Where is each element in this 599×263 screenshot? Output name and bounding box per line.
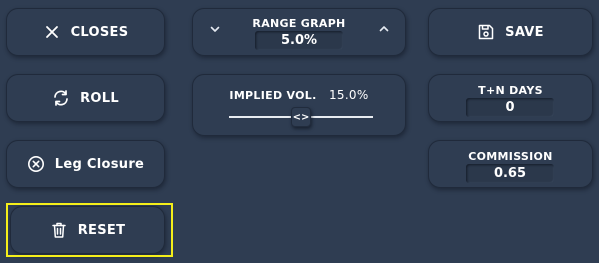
- tn-days-title: T+N DAYS: [478, 84, 543, 97]
- tn-days-panel: T+N DAYS 0: [428, 74, 593, 122]
- close-icon: [43, 23, 61, 41]
- commission-title: COMMISSION: [468, 150, 553, 163]
- floppy-disk-icon: [477, 23, 495, 41]
- commission-panel: COMMISSION 0.65: [428, 140, 593, 188]
- refresh-icon: [52, 89, 70, 107]
- commission-value[interactable]: 0.65: [466, 164, 554, 183]
- implied-vol-heading: IMPLIED VOL. 15.0%: [192, 88, 406, 102]
- implied-vol-value: 15.0%: [328, 88, 369, 102]
- tn-days-value[interactable]: 0: [466, 98, 554, 117]
- leg-closure-button[interactable]: Leg Closure: [6, 140, 165, 188]
- range-graph-title: RANGE GRAPH: [252, 17, 346, 30]
- closes-button[interactable]: CLOSES: [6, 8, 165, 56]
- reset-highlight-frame: [6, 203, 173, 257]
- save-button[interactable]: SAVE: [428, 8, 593, 56]
- roll-label: ROLL: [80, 90, 119, 106]
- closes-label: CLOSES: [70, 24, 129, 40]
- chevron-down-icon[interactable]: [209, 23, 221, 38]
- implied-vol-panel: IMPLIED VOL. 15.0% <>: [192, 74, 406, 136]
- leg-closure-label: Leg Closure: [54, 156, 145, 172]
- implied-vol-title: IMPLIED VOL.: [229, 89, 317, 102]
- roll-button[interactable]: ROLL: [6, 74, 165, 122]
- range-graph-value[interactable]: 5.0%: [255, 31, 343, 50]
- chevron-up-icon[interactable]: [378, 23, 390, 38]
- implied-vol-slider-handle[interactable]: <>: [291, 107, 311, 127]
- slider-handle-glyph: <>: [292, 111, 310, 123]
- circle-x-icon: [27, 155, 45, 173]
- range-graph-panel: RANGE GRAPH 5.0%: [192, 8, 406, 56]
- save-label: SAVE: [505, 24, 544, 40]
